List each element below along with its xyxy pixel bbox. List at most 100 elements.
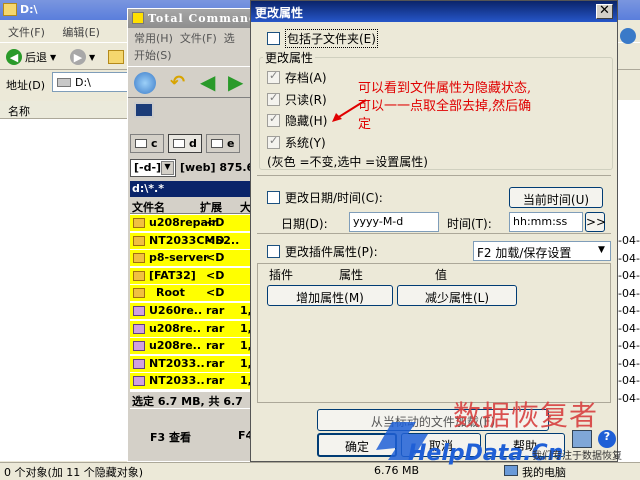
attributes-group-label: 更改属性 [263, 49, 316, 66]
explorer-file-list[interactable] [0, 119, 130, 461]
system-checkbox[interactable] [267, 134, 280, 149]
globe-icon [620, 28, 636, 44]
archive-checkbox[interactable] [267, 69, 280, 84]
drive-c-button[interactable]: c [130, 134, 164, 153]
close-button[interactable]: ✕ [596, 4, 613, 19]
more-button[interactable]: >> [585, 212, 606, 232]
time-input[interactable]: hh:mm:ss [509, 212, 583, 232]
divider [257, 233, 611, 234]
archive-attribute[interactable]: 存档(A) [267, 69, 327, 86]
tc-path: d:\*.* [130, 181, 254, 197]
status-computer: 我的电脑 [504, 464, 566, 480]
include-subfolders-option[interactable]: 包括子文件夹(E) [267, 29, 378, 48]
plugin-select-value: F2 加载/保存设置 [477, 246, 572, 260]
col-name[interactable]: 文件名 [132, 199, 165, 215]
col-value: 值 [435, 268, 448, 282]
file-name: u208re.. [149, 339, 202, 353]
address-input[interactable]: D:\ [52, 72, 128, 92]
file-ext: rar [206, 356, 225, 370]
plugin-attributes-checkbox[interactable] [267, 245, 280, 258]
drive-icon [211, 139, 223, 148]
file-ext: <D [206, 216, 225, 229]
file-row[interactable]: u208re.. rar 1, [130, 338, 254, 355]
folder-icon [133, 235, 145, 246]
hidden-attribute[interactable]: 隐藏(H) [267, 112, 327, 129]
system-label: 系统(Y) [285, 136, 326, 150]
file-date: -04- [618, 321, 640, 335]
tc-app-icon [132, 12, 144, 24]
drive-d-button[interactable]: d [168, 134, 202, 153]
col-ext[interactable]: 扩展 [200, 199, 222, 215]
chevron-down-icon: ▼ [89, 52, 96, 62]
watermark-text: 数据恢复者 [453, 399, 599, 432]
dialog-title-bar: 更改属性 [251, 1, 617, 22]
file-row[interactable]: u208repair <D [130, 215, 254, 231]
file-ext: rar [206, 374, 225, 388]
col-plugin: 插件 [269, 268, 294, 282]
add-attribute-button[interactable]: 增加属性(M) [267, 285, 393, 306]
tc-menu-file[interactable]: 文件(F) [180, 32, 217, 45]
watermark-slogan: 我们专注于数据恢复 [532, 451, 622, 462]
file-date: -04- [618, 269, 640, 282]
tc-menu-start[interactable]: 开始(S) [134, 49, 172, 62]
tc-drive-select[interactable]: [-d-] ▼ [130, 159, 176, 177]
tc-menu-select[interactable]: 选 [224, 32, 235, 45]
file-name: [FAT32] [149, 268, 196, 282]
plugin-attributes-option[interactable]: 更改插件属性(P): [267, 243, 378, 260]
plugin-settings-select[interactable]: F2 加载/保存设置 ▼ [473, 241, 611, 261]
right-arrow-icon[interactable]: ▶ [228, 72, 243, 92]
system-attribute[interactable]: 系统(Y) [267, 134, 326, 151]
left-arrow-icon[interactable]: ◀ [200, 72, 215, 92]
col-attribute: 属性 [339, 268, 364, 282]
terminal-icon[interactable] [134, 102, 154, 118]
menu-file[interactable]: 文件(F) [8, 26, 45, 39]
file-row[interactable]: NT2033CMS2.. <D [130, 232, 254, 249]
date-input[interactable]: yyyy-M-d [349, 212, 439, 232]
address-label: 地址(D) [6, 79, 46, 92]
file-row[interactable]: [FAT32] <D [130, 267, 254, 284]
change-datetime-label: 更改日期/时间(C): [285, 191, 383, 205]
tc-title-bar: Total Commander [128, 9, 254, 28]
hidden-checkbox[interactable] [267, 112, 280, 127]
readonly-attribute[interactable]: 只读(R) [267, 91, 327, 108]
current-time-button[interactable]: 当前时间(U) [509, 187, 603, 208]
column-header-name[interactable]: 名称 [0, 101, 130, 119]
up-folder-button[interactable] [108, 48, 124, 66]
file-name: p8-server [149, 251, 209, 265]
file-row[interactable]: u208re.. rar 1, [130, 320, 254, 337]
menu-edit[interactable]: 编辑(E) [62, 26, 100, 39]
drive-select-value: [-d-] [134, 161, 162, 174]
file-row[interactable]: U260re.. rar 1, [130, 303, 254, 319]
drive-e-button[interactable]: e [206, 134, 240, 153]
change-datetime-checkbox[interactable] [267, 191, 280, 204]
back-button[interactable]: ◀ 后退 ▼ [6, 48, 56, 66]
forward-button[interactable]: ▶ ▼ [70, 48, 95, 66]
tc-file-list[interactable]: u208repair <D NT2033CMS2.. <D p8-server <D [FA… [130, 214, 254, 409]
undo-icon[interactable]: ↶ [170, 74, 185, 92]
hidden-label: 隐藏(H) [285, 114, 328, 128]
include-subfolders-checkbox[interactable] [267, 32, 280, 45]
file-row[interactable]: NT2033.. rar 1, [130, 355, 254, 372]
file-name: Root [156, 286, 185, 300]
chevron-down-icon: ▼ [161, 161, 174, 175]
archive-icon [133, 323, 145, 334]
file-name: NT2033.. [149, 356, 205, 370]
attributes-note: (灰色 =不变,选中 =设置属性) [267, 153, 428, 170]
file-row[interactable]: Root <D [130, 285, 254, 302]
plugin-attributes-area [257, 263, 611, 403]
change-datetime-option[interactable]: 更改日期/时间(C): [267, 189, 383, 206]
folder-icon [133, 288, 145, 299]
file-date: -04- [618, 339, 640, 352]
forward-arrow-icon: ▶ [70, 49, 86, 65]
file-row[interactable]: NT2033.. rar 1, [130, 373, 254, 390]
refresh-icon[interactable] [134, 72, 156, 94]
readonly-checkbox[interactable] [267, 91, 280, 106]
computer-icon [504, 465, 518, 476]
file-row[interactable]: p8-server <D [130, 250, 254, 267]
attributes-note-text: (灰色 =不变,选中 =设置属性) [267, 155, 428, 169]
tc-menu-common[interactable]: 常用(H) [134, 32, 173, 45]
f3-view-button[interactable]: F3 查看 [150, 429, 191, 447]
remove-attribute-button[interactable]: 减少属性(L) [397, 285, 517, 306]
file-ext: <D [206, 286, 225, 300]
status-computer-label: 我的电脑 [522, 466, 566, 479]
